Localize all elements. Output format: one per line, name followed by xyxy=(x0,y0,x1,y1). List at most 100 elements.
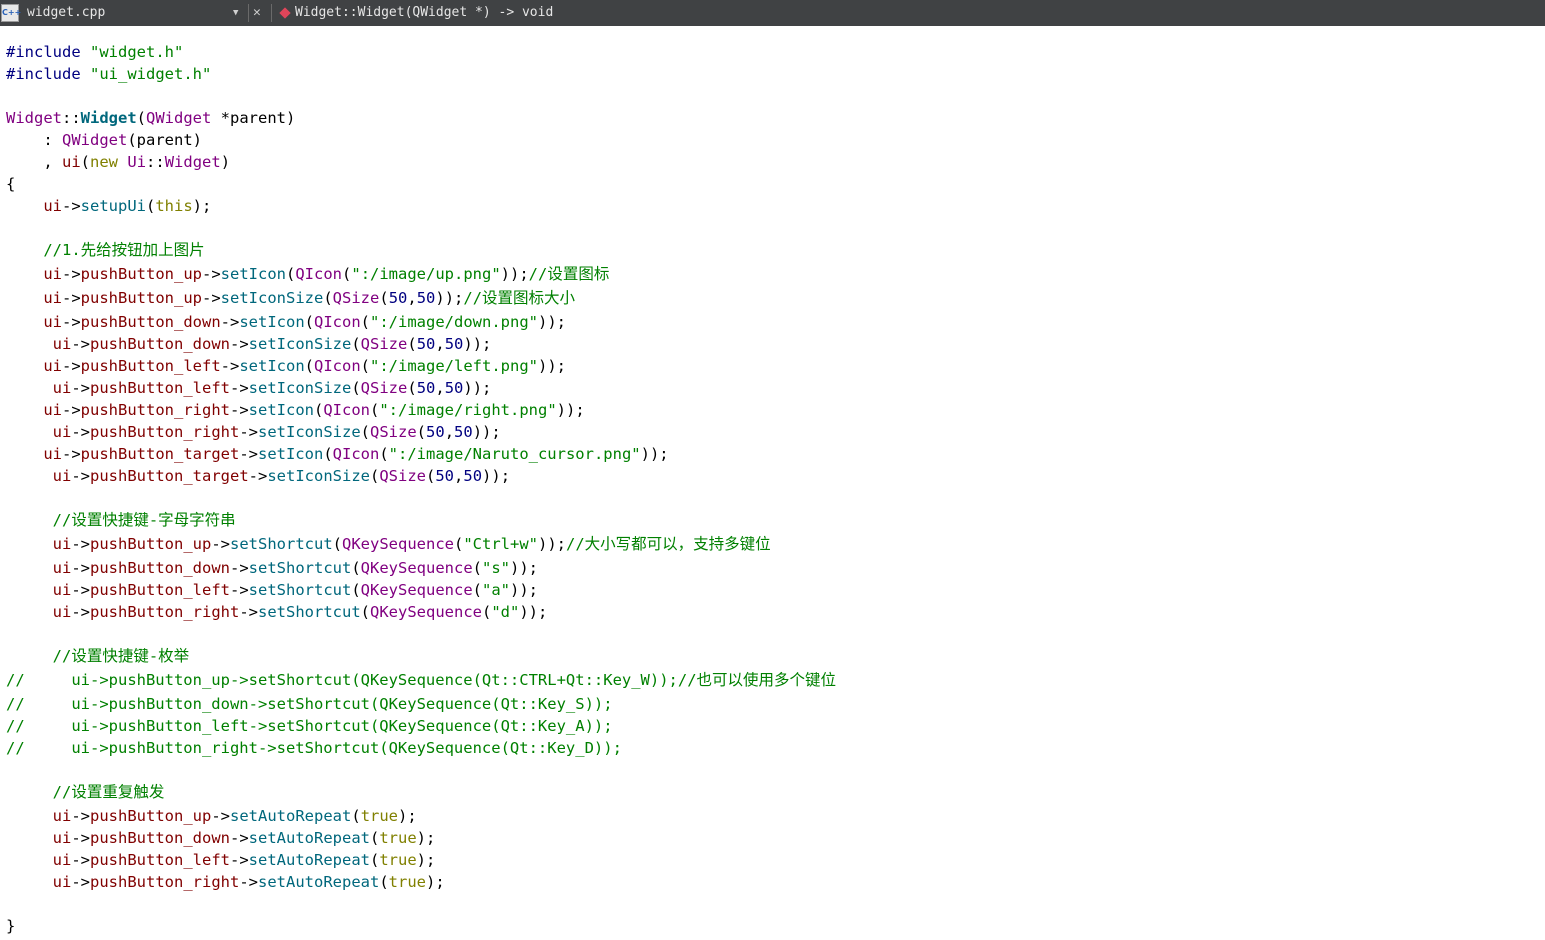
code-token: -> xyxy=(248,467,268,485)
code-line: ui->pushButton_up->setIcon(QIcon(":/imag… xyxy=(6,263,609,285)
code-line: #include "ui_widget.h" xyxy=(6,63,211,85)
code-token: setAutoRepeat xyxy=(258,873,380,891)
code-token: -> xyxy=(71,423,91,441)
code-token: ( xyxy=(360,357,371,375)
code-token: ( xyxy=(454,535,464,553)
code-token: -> xyxy=(71,851,91,869)
code-token: // ui->pushButton_right->setShortcut(QKe… xyxy=(6,739,622,757)
code-token: "ui_widget.h" xyxy=(90,65,212,83)
code-token: ) xyxy=(220,153,231,171)
code-editor[interactable]: #include "widget.h" #include "ui_widget.h… xyxy=(0,26,1545,940)
code-token: "s" xyxy=(482,559,510,577)
code-line: ui->pushButton_left->setAutoRepeat(true)… xyxy=(6,849,436,871)
code-token: ( xyxy=(416,423,427,441)
code-token: -> xyxy=(230,581,249,599)
code-token: -> xyxy=(71,873,91,891)
code-token: QKeySequence xyxy=(360,559,473,577)
code-token: setAutoRepeat xyxy=(248,851,370,869)
code-token: )); xyxy=(510,581,538,599)
editor-toolbar: C++ widget.cpp ▼ ✕ Widget::Widget(QWidge… xyxy=(0,0,1545,26)
code-token: QKeySequence xyxy=(360,581,473,599)
code-token: -> xyxy=(62,445,81,463)
code-token: -> xyxy=(202,265,221,283)
code-line: ui->pushButton_target->setIconSize(QSize… xyxy=(6,465,510,487)
code-token: ui xyxy=(52,379,72,397)
code-token: -> xyxy=(239,445,258,463)
code-token: -> xyxy=(230,335,249,353)
code-token: , xyxy=(435,335,445,353)
code-token: -> xyxy=(62,265,81,283)
code-token: QSize xyxy=(360,379,408,397)
code-token: pushButton_left xyxy=(80,357,221,375)
code-token: :: xyxy=(62,109,81,127)
code-token: -> xyxy=(71,581,91,599)
code-token: ui xyxy=(52,851,72,869)
open-file-selector[interactable]: widget.cpp xyxy=(27,5,105,21)
close-document-button[interactable]: ✕ xyxy=(253,4,261,22)
code-token: QIcon xyxy=(314,357,361,375)
code-token: ( xyxy=(360,313,371,331)
code-token: QSize xyxy=(370,423,417,441)
code-token: QWidget xyxy=(62,131,128,149)
code-token: setShortcut xyxy=(248,581,352,599)
code-token: ( xyxy=(286,265,296,283)
code-token: QIcon xyxy=(314,313,361,331)
code-line: ui->pushButton_right->setIcon(QIcon(":/i… xyxy=(6,399,584,421)
code-token: )); xyxy=(538,535,566,553)
code-token: // ui->pushButton_down->setShortcut(QKey… xyxy=(6,695,613,713)
code-token: -> xyxy=(220,357,240,375)
code-token: //设置图标大小 xyxy=(463,289,576,307)
code-line: , ui(new Ui::Widget) xyxy=(6,151,230,173)
code-token: ui xyxy=(52,603,72,621)
code-line: ui->pushButton_down->setIcon(QIcon(":/im… xyxy=(6,311,566,333)
code-token: ui xyxy=(43,313,62,331)
code-token: , xyxy=(444,423,455,441)
code-token: : xyxy=(6,131,62,149)
code-token: new xyxy=(90,153,119,171)
code-token: #include xyxy=(6,43,90,61)
code-token: //1.先给按钮加上图片 xyxy=(6,241,205,259)
code-token: pushButton_up xyxy=(80,289,202,307)
code-line: ui->pushButton_right->setAutoRepeat(true… xyxy=(6,871,445,893)
code-token: )); xyxy=(538,357,566,375)
code-token: -> xyxy=(202,289,221,307)
code-token: ); xyxy=(416,851,436,869)
code-token: -> xyxy=(71,335,91,353)
code-token: ( xyxy=(407,335,417,353)
code-token: )); xyxy=(472,423,501,441)
code-token: :: xyxy=(146,153,165,171)
code-token: QSize xyxy=(332,289,380,307)
code-token: -> xyxy=(62,197,81,215)
code-token: ( xyxy=(342,265,352,283)
code-token: -> xyxy=(211,535,231,553)
code-token: { xyxy=(6,175,16,193)
code-token: setShortcut xyxy=(230,535,333,553)
code-token: ); xyxy=(426,873,445,891)
code-line: ui->pushButton_down->setIconSize(QSize(5… xyxy=(6,333,492,355)
code-token: pushButton_up xyxy=(90,535,212,553)
code-token: pushButton_up xyxy=(80,265,202,283)
code-token: pushButton_left xyxy=(90,851,230,869)
code-line: Widget::Widget(QWidget *parent) xyxy=(6,107,295,129)
code-token: ui xyxy=(43,357,62,375)
code-token: setIcon xyxy=(239,313,305,331)
code-token: //设置快捷键-字母字符串 xyxy=(6,511,236,529)
code-line: ui->setupUi(this); xyxy=(6,195,211,217)
code-token: ( xyxy=(379,445,389,463)
code-token: -> xyxy=(239,423,258,441)
code-token: 50 xyxy=(444,335,464,353)
code-token: ( xyxy=(351,335,361,353)
code-token: -> xyxy=(239,873,258,891)
code-token: Widget xyxy=(80,109,137,127)
toolbar-divider xyxy=(271,4,272,22)
code-token: , xyxy=(407,289,417,307)
code-token: setShortcut xyxy=(258,603,361,621)
code-token: (parent) xyxy=(127,131,202,149)
current-symbol-selector[interactable]: Widget::Widget(QWidget *) -> void xyxy=(295,5,553,21)
code-line: //设置快捷键-字母字符串 xyxy=(6,509,236,531)
chevron-down-icon[interactable]: ▼ xyxy=(233,5,238,21)
code-line: ui->pushButton_target->setIcon(QIcon(":/… xyxy=(6,443,668,465)
